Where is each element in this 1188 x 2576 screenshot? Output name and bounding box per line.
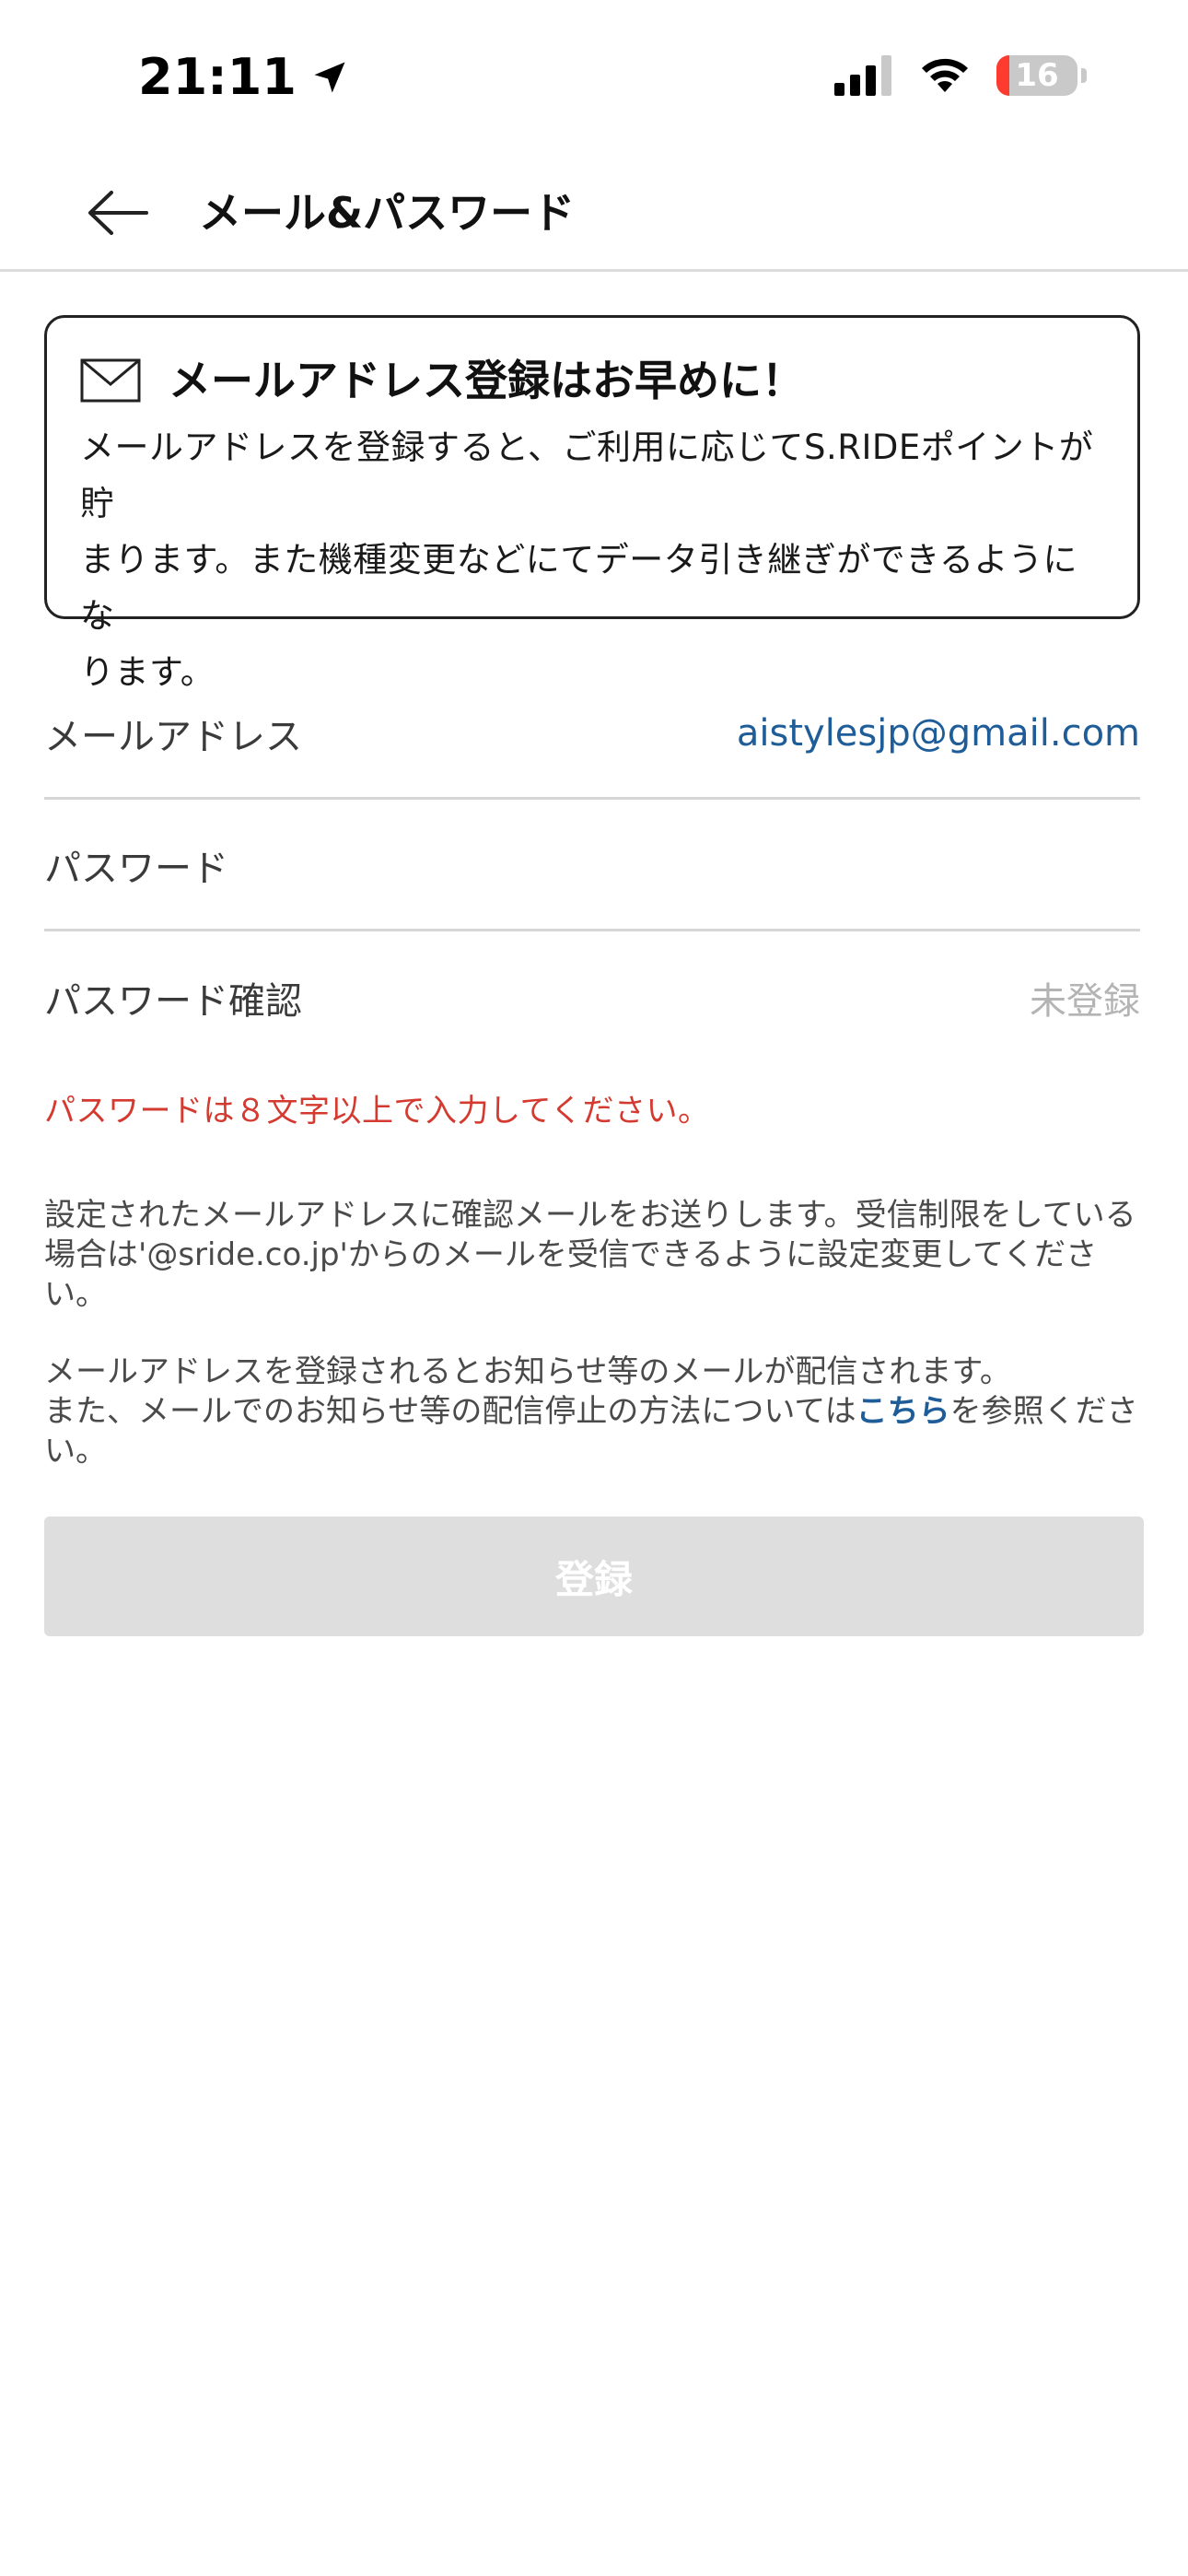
notice-body: メールアドレスを登録すると、ご利用に応じてS.RIDEポイントが貯 まります。ま… — [80, 419, 1104, 700]
battery-tip — [1081, 68, 1087, 83]
password-confirm-value[interactable]: 未登録 — [1030, 971, 1140, 1025]
page-title: メール&パスワード — [199, 188, 576, 238]
info-line: い。 — [44, 1276, 107, 1313]
email-label: メールアドレス — [44, 715, 302, 758]
info-paragraph-notifications: メールアドレスを登録されるとお知らせ等のメールが配信されます。 また、メールでの… — [44, 1352, 1149, 1471]
info-line: メールアドレスを登録されるとお知らせ等のメールが配信されます。 — [44, 1353, 1011, 1390]
battery-icon: 16 — [996, 55, 1077, 96]
password-label: パスワード — [44, 847, 228, 890]
notice-header: メールアドレス登録はお早めに！ — [80, 355, 1104, 406]
arrow-left-icon — [88, 191, 148, 235]
notice-card: メールアドレス登録はお早めに！ メールアドレスを登録すると、ご利用に応じてS.R… — [44, 315, 1140, 692]
status-bar: 21:11 16 — [0, 0, 1188, 157]
password-input[interactable] — [584, 842, 1140, 887]
cellular-signal-icon — [834, 55, 891, 96]
info-line: い。 — [44, 1433, 107, 1469]
back-button[interactable] — [81, 182, 155, 243]
info-line-suffix: を参照くださ — [949, 1393, 1138, 1430]
notice-title: メールアドレス登録はお早めに！ — [169, 356, 804, 405]
email-value[interactable]: aistylesjp@gmail.com — [737, 712, 1140, 755]
unsubscribe-info-link[interactable]: こちら — [856, 1393, 950, 1430]
status-time: 21:11 — [138, 48, 350, 106]
password-confirm-label: パスワード確認 — [44, 980, 302, 1023]
notice-body-line: メールアドレスを登録すると、ご利用に応じてS.RIDEポイントが貯 — [80, 427, 1094, 523]
wifi-icon — [922, 58, 968, 92]
nav-header: メール&パスワード — [0, 157, 1188, 272]
battery-fill — [996, 55, 1009, 96]
password-confirm-row[interactable]: パスワード確認 未登録 — [44, 932, 1140, 1063]
info-line-with-link: また、メールでのお知らせ等の配信停止の方法についてはこちらを参照くださ — [44, 1392, 1149, 1432]
password-error-message: パスワードは８文字以上で入力してください。 — [44, 1093, 710, 1130]
info-line: 設定されたメールアドレスに確認メールをお送りします。受信制限をしている — [44, 1197, 1136, 1234]
info-line: 場合は'@sride.co.jp'からのメールを受信できるように設定変更してくだ… — [44, 1236, 1098, 1273]
battery-level: 16 — [1015, 57, 1059, 94]
register-button[interactable]: 登録 — [44, 1516, 1144, 1636]
info-line-prefix: また、メールでのお知らせ等の配信停止の方法については — [44, 1393, 856, 1430]
email-row[interactable]: メールアドレス aistylesjp@gmail.com — [44, 669, 1140, 800]
password-row[interactable]: パスワード — [44, 801, 1140, 931]
status-time-text: 21:11 — [138, 48, 297, 106]
location-arrow-icon — [314, 62, 345, 92]
info-paragraph-confirm-mail: 設定されたメールアドレスに確認メールをお送りします。受信制限をしている 場合は'… — [44, 1196, 1149, 1315]
notice-body-line: まります。また機種変更などにてデータ引き継ぎができるようにな — [80, 540, 1078, 636]
mail-icon — [80, 358, 141, 403]
status-indicators: 16 — [834, 55, 1087, 96]
